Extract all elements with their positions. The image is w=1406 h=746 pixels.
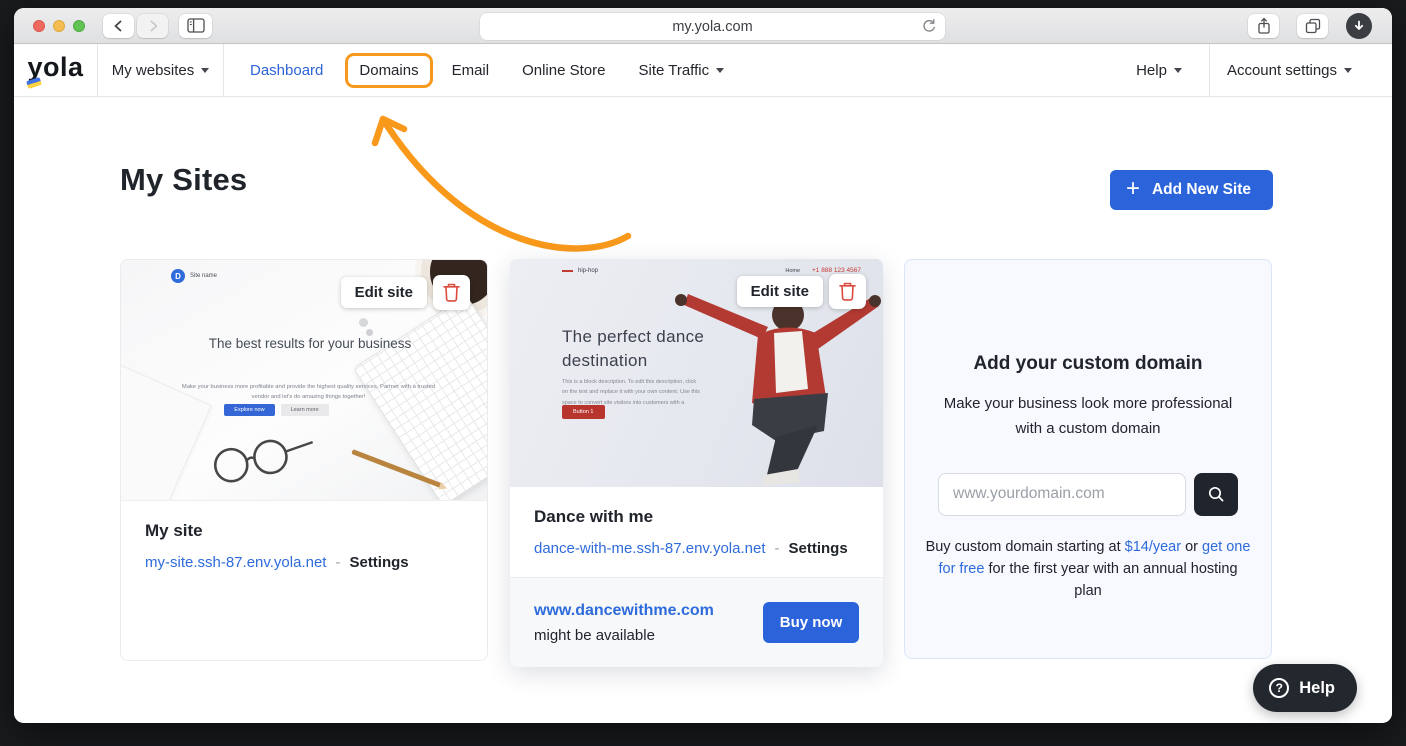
back-icon <box>111 18 127 34</box>
nav-item-site-traffic[interactable]: Site Traffic <box>638 62 724 79</box>
buy-now-button[interactable]: Buy now <box>763 602 859 643</box>
traffic-lights <box>33 20 85 32</box>
forward-icon <box>145 18 161 34</box>
page-title: My Sites <box>120 162 247 198</box>
preview-primary-button: Explore now <box>224 404 274 416</box>
custom-domain-card: Add your custom domain Make your busines… <box>904 259 1272 659</box>
browser-window: my.yola.com <box>14 8 1392 723</box>
chrome-right-buttons <box>1248 13 1372 39</box>
domain-search-row <box>905 473 1271 516</box>
site-link-row: dance-with-me.ssh-87.env.yola.net - Sett… <box>534 540 859 557</box>
back-button[interactable] <box>103 14 134 38</box>
preview-button: Button 1 <box>562 405 605 419</box>
address-bar[interactable]: my.yola.com <box>480 13 945 40</box>
site-link-row: my-site.ssh-87.env.yola.net - Settings <box>145 554 463 571</box>
separator: - <box>775 540 780 557</box>
site-card-dance-with-me: hip-hop Home +1 888 123 4567 <box>510 259 883 667</box>
my-websites-label: My websites <box>112 62 195 79</box>
site-title: Dance with me <box>534 507 859 527</box>
pushpin-decoration <box>359 318 368 327</box>
site-settings-link[interactable]: Settings <box>789 540 848 557</box>
share-button[interactable] <box>1248 14 1279 38</box>
preview-site-header: hip-hop Home +1 888 123 4567 <box>562 267 861 274</box>
preview-brand-mark <box>562 270 573 272</box>
help-dropdown[interactable]: Help <box>1136 44 1209 96</box>
nav-item-dashboard[interactable]: Dashboard <box>250 62 323 79</box>
tabs-icon <box>1305 18 1321 34</box>
main-content: My Sites + Add New Site <box>14 97 1392 722</box>
nav-right: Help Account settings <box>1136 44 1392 96</box>
minimize-window-button[interactable] <box>53 20 65 32</box>
share-icon <box>1256 17 1272 35</box>
delete-site-button[interactable] <box>829 274 866 309</box>
card-actions: Edit site <box>341 277 470 310</box>
nav-item-online-store[interactable]: Online Store <box>522 62 605 79</box>
site-settings-link[interactable]: Settings <box>349 554 408 571</box>
preview-site-logo: D <box>171 269 185 283</box>
browser-chrome: my.yola.com <box>14 8 1392 44</box>
custom-domain-subtitle: Make your business look more professiona… <box>933 392 1243 442</box>
domain-pricing-note: Buy custom domain starting at $14/year o… <box>923 536 1253 603</box>
suggested-domain: www.dancewithme.com <box>534 602 714 620</box>
site-card-my-site: D Site name The best results for your bu… <box>120 259 488 661</box>
domain-search-button[interactable] <box>1194 473 1238 516</box>
preview-phone: +1 888 123 4567 <box>812 267 861 274</box>
preview-buttons: Explore now Learn more <box>121 404 432 416</box>
chevron-down-icon <box>716 68 724 73</box>
price-link[interactable]: $14/year <box>1125 539 1181 555</box>
preview-secondary-button: Learn more <box>281 404 329 416</box>
delete-site-button[interactable] <box>433 275 470 310</box>
url-text: my.yola.com <box>672 19 752 35</box>
chevron-down-icon <box>201 68 209 73</box>
domain-offer-section: www.dancewithme.com might be available B… <box>510 577 883 667</box>
forward-button[interactable] <box>137 14 168 38</box>
preview-menu-home: Home <box>785 268 800 274</box>
domain-search-input[interactable] <box>938 473 1186 516</box>
downloads-button[interactable] <box>1346 13 1372 39</box>
reload-button[interactable] <box>921 18 937 38</box>
reload-icon <box>921 18 937 34</box>
question-icon: ? <box>1269 678 1289 698</box>
trash-icon <box>442 282 461 303</box>
separator: - <box>335 554 340 571</box>
site-title: My site <box>145 521 463 541</box>
sidebar-button[interactable] <box>179 14 212 38</box>
chevron-down-icon <box>1174 68 1182 73</box>
domains-highlight-box: Domains <box>345 53 432 88</box>
nav-item-domains[interactable]: Domains <box>359 62 418 79</box>
site-url-link[interactable]: my-site.ssh-87.env.yola.net <box>145 554 326 571</box>
site-url-link[interactable]: dance-with-me.ssh-87.env.yola.net <box>534 540 766 557</box>
card-info: Dance with me dance-with-me.ssh-87.env.y… <box>510 487 883 557</box>
site-cards: D Site name The best results for your bu… <box>120 259 1272 667</box>
edit-site-button[interactable]: Edit site <box>737 276 823 307</box>
annotation-arrow <box>350 100 640 265</box>
close-window-button[interactable] <box>33 20 45 32</box>
chevron-down-icon <box>1344 68 1352 73</box>
nav-links: Dashboard Domains Email Online Store Sit… <box>224 44 724 96</box>
trash-icon <box>838 281 857 302</box>
preview-site-header: D Site name <box>171 269 217 283</box>
edit-site-button[interactable]: Edit site <box>341 277 427 308</box>
nav-item-email[interactable]: Email <box>452 62 490 79</box>
add-new-site-button[interactable]: + Add New Site <box>1110 170 1273 210</box>
card-actions: Edit site <box>737 276 866 309</box>
glasses-decoration <box>206 430 322 493</box>
sidebar-icon <box>187 18 205 33</box>
zoom-window-button[interactable] <box>73 20 85 32</box>
card-info: My site my-site.ssh-87.env.yola.net - Se… <box>121 501 487 571</box>
search-icon <box>1206 484 1226 504</box>
tab-overview-button[interactable] <box>1297 14 1328 38</box>
yola-logo[interactable]: yola <box>14 44 97 96</box>
app-nav: yola My websites Dashboard Domains Email <box>14 44 1392 97</box>
preview-headline: The best results for your business <box>205 334 415 355</box>
download-icon <box>1352 19 1366 33</box>
my-websites-dropdown[interactable]: My websites <box>98 44 223 96</box>
account-settings-dropdown[interactable]: Account settings <box>1210 44 1392 96</box>
custom-domain-title: Add your custom domain <box>905 353 1271 375</box>
preview-body-text: Make your business more profitable and p… <box>181 382 436 403</box>
help-widget-button[interactable]: ? Help <box>1253 664 1357 712</box>
preview-headline: The perfect dance destination <box>562 325 747 373</box>
domain-availability: might be available <box>534 627 714 644</box>
plus-icon: + <box>1126 177 1140 201</box>
